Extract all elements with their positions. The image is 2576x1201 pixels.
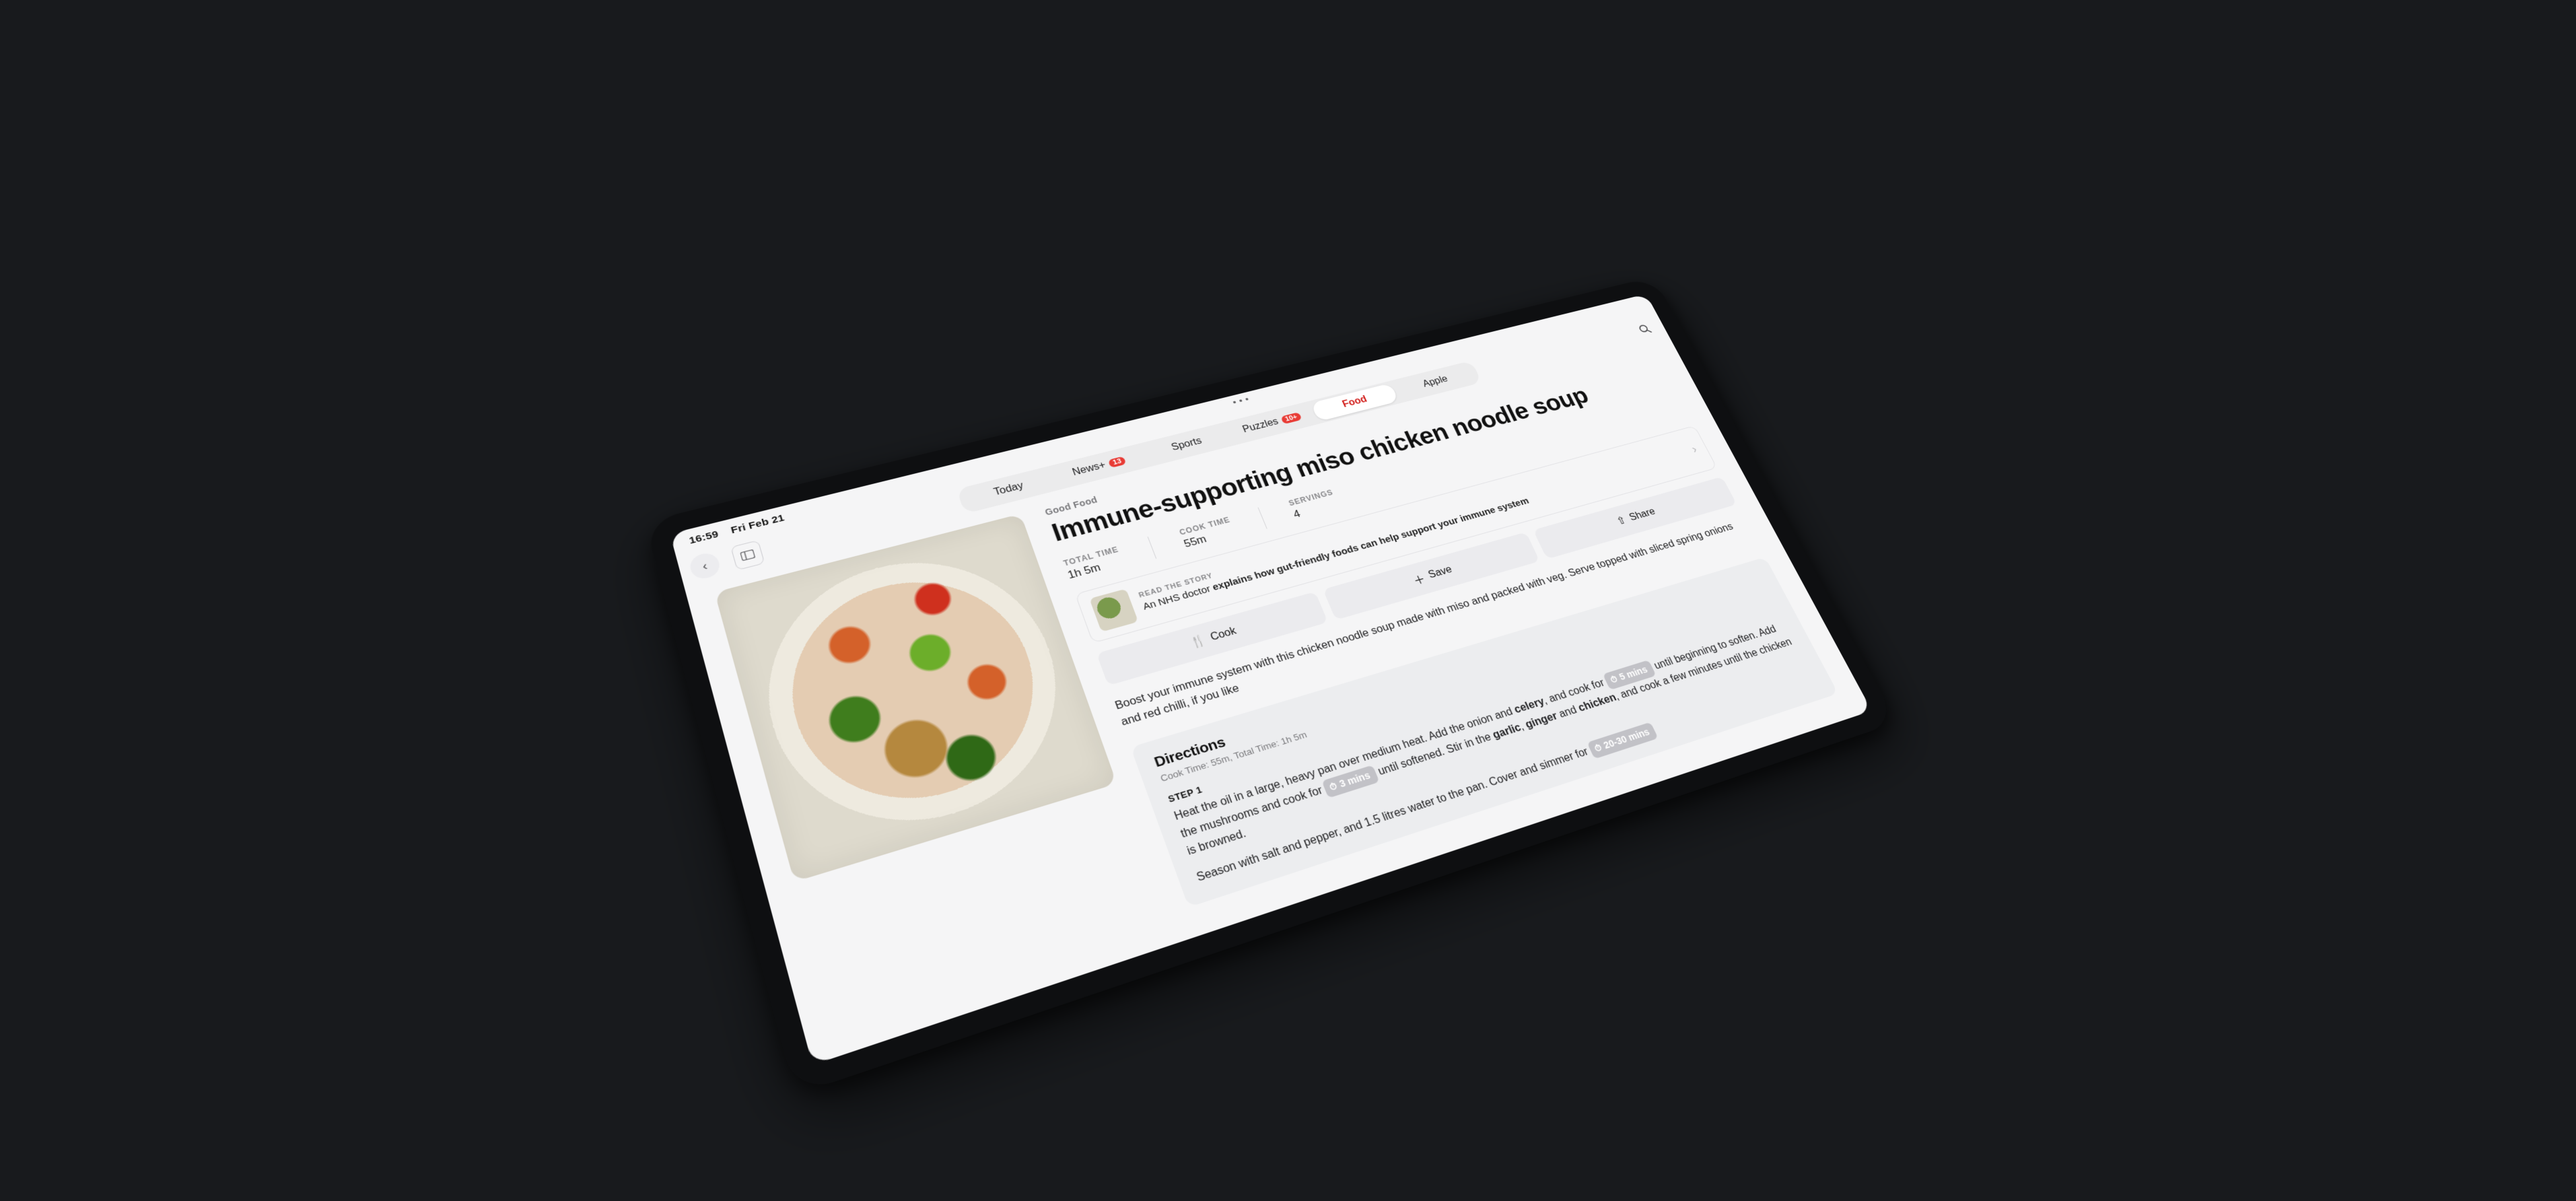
- tab-label: Puzzles: [1241, 416, 1280, 435]
- story-thumbnail: [1089, 588, 1138, 631]
- tab-label: News+: [1071, 460, 1107, 478]
- search-icon: [1636, 322, 1652, 335]
- meta-total-time: TOTAL TIME 1h 5m: [1062, 545, 1125, 582]
- utensils-icon: 🍴: [1189, 633, 1208, 650]
- plus-icon: ＋: [1410, 570, 1428, 588]
- button-label: Share: [1628, 506, 1657, 523]
- article-content: Good Food Immune-supporting miso chicken…: [686, 342, 1872, 1065]
- chevron-right-icon: ›: [1689, 443, 1699, 456]
- divider: [1257, 507, 1267, 528]
- multitask-dots-icon[interactable]: [1232, 398, 1251, 411]
- sidebar-toggle-button[interactable]: [730, 540, 765, 570]
- sidebar-icon: [740, 549, 755, 561]
- chevron-left-icon: ‹: [701, 559, 709, 573]
- button-label: Cook: [1209, 625, 1238, 644]
- tab-label: Today: [992, 480, 1024, 497]
- tablet-bezel: 16:59 Fri Feb 21 ‹: [644, 277, 1897, 1095]
- badge: 10+: [1280, 412, 1302, 424]
- tab-label: Apple: [1421, 374, 1449, 389]
- badge: 13: [1107, 456, 1126, 468]
- divider: [1147, 537, 1156, 559]
- meta-cook-time: COOK TIME 55m: [1178, 515, 1237, 550]
- tab-label: Food: [1341, 394, 1368, 409]
- tab-label: Sports: [1170, 436, 1204, 453]
- search-button[interactable]: [1629, 317, 1660, 341]
- screen: 16:59 Fri Feb 21 ‹: [670, 294, 1872, 1064]
- back-button[interactable]: ‹: [687, 551, 722, 582]
- share-icon: ⇧: [1614, 514, 1628, 528]
- status-right: [1636, 302, 1641, 310]
- button-label: Save: [1426, 564, 1454, 581]
- meta-servings: SERVINGS 4: [1287, 487, 1340, 520]
